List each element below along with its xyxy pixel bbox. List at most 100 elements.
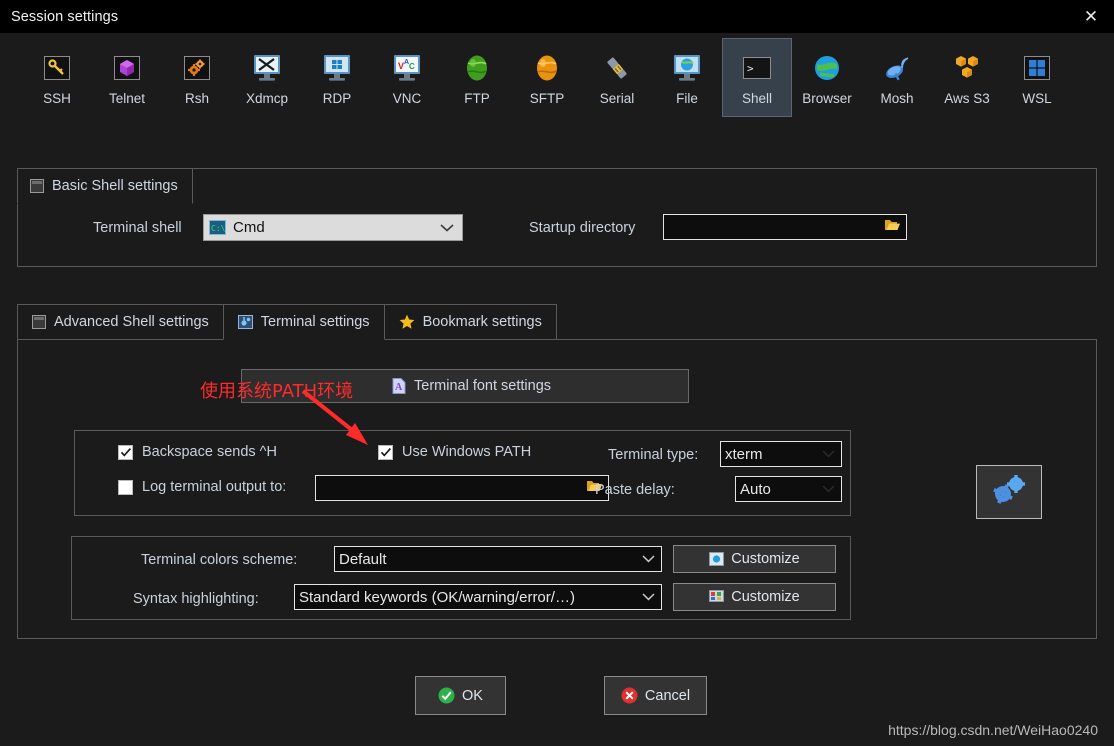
chevron-down-icon[interactable]	[815, 442, 841, 466]
chevron-down-icon[interactable]	[635, 585, 661, 609]
session-type-browser[interactable]: Browser	[792, 42, 862, 113]
ok-button-label: OK	[462, 687, 483, 704]
chevron-down-icon[interactable]	[815, 477, 841, 501]
session-type-label: Browser	[802, 91, 852, 106]
terminal-advanced-settings-button[interactable]	[976, 465, 1042, 519]
session-type-label: Rsh	[184, 91, 209, 106]
terminal-options-group: Backspace sends ^H Use Windows PATH Log …	[74, 430, 851, 516]
terminal-colors-scheme-combo[interactable]: Default	[334, 546, 662, 572]
session-type-aws-s3[interactable]: Aws S3	[932, 42, 1002, 113]
session-type-label: Serial	[599, 91, 635, 106]
window-icon	[32, 315, 46, 329]
cancel-x-icon	[621, 687, 638, 704]
session-type-label: FTP	[464, 91, 490, 106]
log-terminal-output-field[interactable]	[315, 475, 609, 501]
session-settings-dialog: Session settings ✕ SSH Telnet Rsh Xdmcp RDP V…	[0, 0, 1114, 746]
startup-directory-field[interactable]	[663, 214, 907, 240]
syntax-highlighting-customize-button[interactable]: Customize	[673, 583, 836, 611]
syntax-monitor-icon	[709, 590, 725, 604]
shell-prompt-icon: >	[741, 52, 773, 84]
rsh-gears-icon	[181, 52, 213, 84]
footer-watermark-url: https://blog.csdn.net/WeiHao0240	[888, 722, 1098, 738]
session-type-sftp[interactable]: SFTP	[512, 42, 582, 113]
terminal-font-settings-header[interactable]: A Terminal font settings	[241, 369, 689, 403]
paste-delay-value: Auto	[740, 480, 771, 498]
terminal-shell-select[interactable]: C:\ Cmd	[203, 214, 463, 241]
session-type-label: Xdmcp	[245, 91, 289, 106]
tab-advanced-shell-settings[interactable]: Advanced Shell settings	[17, 304, 224, 340]
vnc-monitor-icon: VAC	[391, 52, 423, 84]
use-windows-path-label: Use Windows PATH	[402, 444, 532, 460]
syntax-highlighting-combo[interactable]: Standard keywords (OK/warning/error/…)	[294, 584, 662, 610]
wsl-windows-icon	[1021, 52, 1053, 84]
session-type-label: File	[676, 91, 698, 106]
basic-shell-settings-group: Basic Shell settings Terminal shell C:\ …	[17, 168, 1097, 267]
session-type-label: WSL	[1022, 91, 1052, 106]
color-swatch-icon	[709, 552, 725, 566]
window-icon	[30, 179, 44, 193]
session-type-label: Aws S3	[944, 91, 990, 106]
title-bar: Session settings ✕	[0, 0, 1114, 33]
sftp-globe-icon	[531, 52, 563, 84]
session-type-label: SSH	[43, 91, 71, 106]
log-terminal-output-label: Log terminal output to:	[142, 479, 287, 495]
session-type-vnc[interactable]: V A C VNC	[372, 42, 442, 113]
close-icon[interactable]: ✕	[1068, 0, 1114, 33]
session-type-toolbar: SSH Telnet Rsh Xdmcp RDP V A C VNC FTP SFTP Serial F…	[0, 33, 1114, 148]
ftp-globe-icon	[461, 52, 493, 84]
terminal-settings-icon	[237, 315, 253, 329]
cancel-button-label: Cancel	[644, 687, 691, 704]
log-terminal-output-checkbox[interactable]: Log terminal output to:	[118, 479, 286, 495]
settings-tab-strip: Advanced Shell settings Terminal settings…	[17, 304, 557, 340]
terminal-colors-customize-button[interactable]: Customize	[673, 545, 836, 573]
chevron-down-icon[interactable]	[635, 547, 661, 571]
star-icon	[399, 314, 415, 330]
session-type-telnet[interactable]: Telnet	[92, 42, 162, 113]
syntax-highlighting-value: Standard keywords (OK/warning/error/…)	[299, 588, 575, 606]
tab-label: Bookmark settings	[422, 314, 542, 330]
ok-check-icon	[438, 687, 455, 704]
terminal-type-combo[interactable]: xterm	[720, 441, 842, 467]
checkbox-box	[118, 479, 133, 495]
terminal-type-label: Terminal type:	[608, 447, 699, 463]
session-type-file[interactable]: File	[652, 42, 722, 113]
tab-terminal-settings[interactable]: Terminal settings	[222, 304, 385, 340]
terminal-type-value: xterm	[725, 445, 763, 463]
window-title: Session settings	[11, 8, 119, 25]
session-type-rdp[interactable]: RDP	[302, 42, 372, 113]
terminal-shell-value: Cmd	[233, 219, 265, 236]
xdmcp-monitor-icon	[251, 52, 283, 84]
browse-folder-icon[interactable]	[884, 218, 901, 236]
session-type-shell[interactable]: > Shell	[722, 38, 792, 117]
basic-shell-settings-tab-label: Basic Shell settings	[52, 178, 178, 194]
gears-icon	[989, 474, 1029, 511]
session-type-xdmcp[interactable]: Xdmcp	[232, 42, 302, 113]
session-type-mosh[interactable]: Mosh	[862, 42, 932, 113]
session-type-label: Mosh	[880, 91, 914, 106]
cancel-button[interactable]: Cancel	[604, 676, 707, 715]
session-type-label: VNC	[392, 91, 422, 106]
session-type-rsh[interactable]: Rsh	[162, 42, 232, 113]
terminal-colors-customize-label: Customize	[731, 551, 800, 567]
ok-button[interactable]: OK	[415, 676, 506, 715]
tab-label: Advanced Shell settings	[54, 314, 209, 330]
tab-label: Terminal settings	[260, 314, 370, 330]
checkbox-box	[118, 444, 133, 460]
session-type-ftp[interactable]: FTP	[442, 42, 512, 113]
session-type-ssh[interactable]: SSH	[22, 42, 92, 113]
use-windows-path-checkbox[interactable]: Use Windows PATH	[378, 444, 531, 460]
basic-shell-settings-tab[interactable]: Basic Shell settings	[17, 168, 193, 204]
startup-directory-label: Startup directory	[529, 220, 636, 236]
tab-bookmark-settings[interactable]: Bookmark settings	[383, 304, 557, 340]
rdp-windows-icon	[321, 52, 353, 84]
aws-s3-cubes-icon	[951, 52, 983, 84]
terminal-settings-panel: A Terminal font settings Backspace sends…	[17, 339, 1097, 639]
paste-delay-combo[interactable]: Auto	[735, 476, 842, 502]
svg-text:A: A	[395, 382, 403, 393]
svg-text:C: C	[409, 62, 415, 71]
terminal-colors-group: Terminal colors scheme: Default Customiz…	[71, 536, 851, 620]
session-type-wsl[interactable]: WSL	[1002, 42, 1072, 113]
backspace-sends-ctrlh-checkbox[interactable]: Backspace sends ^H	[118, 444, 277, 460]
session-type-label: SFTP	[529, 91, 565, 106]
session-type-serial[interactable]: Serial	[582, 42, 652, 113]
